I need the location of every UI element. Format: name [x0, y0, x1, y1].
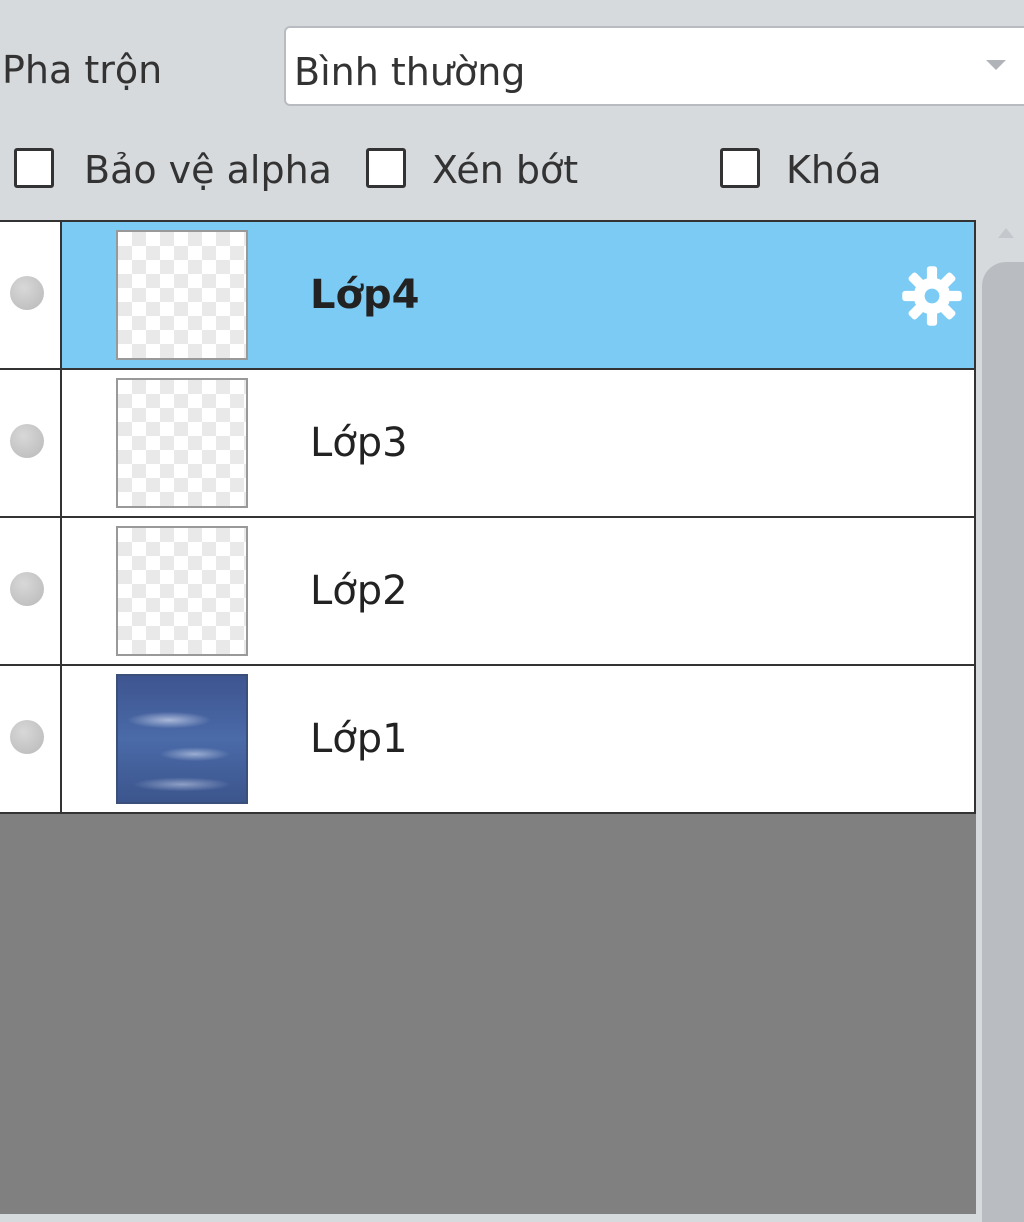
alpha-protect-option[interactable]: Bảo vệ alpha [14, 140, 354, 204]
layer-cell[interactable]: Lớp2 [62, 518, 974, 664]
layer-row[interactable]: Lớp1 [0, 666, 974, 814]
blend-mode-select[interactable]: Bình thường [284, 26, 1024, 106]
layer-list-empty-area [0, 814, 980, 1214]
visibility-dot-icon[interactable] [10, 276, 44, 310]
clip-checkbox[interactable] [366, 148, 406, 188]
lock-checkbox[interactable] [720, 148, 760, 188]
layer-thumbnail [116, 526, 248, 656]
layer-name: Lớp3 [310, 420, 408, 466]
blend-mode-label: Pha trộn [2, 48, 163, 92]
layer-cell[interactable]: Lớp3 [62, 370, 974, 516]
layer-thumbnail-sky [116, 674, 248, 804]
layer-row[interactable]: Lớp3 [0, 370, 974, 518]
layer-row[interactable]: Lớp4 [0, 222, 974, 370]
lock-option[interactable]: Khóa [720, 140, 920, 204]
visibility-dot-icon[interactable] [10, 424, 44, 458]
layer-list: Lớp4 Lớp3 Lớp2 Lớp1 [0, 220, 976, 814]
clip-option[interactable]: Xén bớt [366, 140, 626, 204]
clip-label: Xén bớt [432, 148, 579, 192]
layer-name: Lớp2 [310, 568, 408, 614]
layer-list-scrollbar[interactable] [976, 222, 1024, 1222]
blend-mode-row: Pha trộn Bình thường [0, 0, 1024, 120]
layer-options: Bảo vệ alpha Xén bớt Khóa [0, 140, 1024, 204]
layer-thumbnail [116, 230, 248, 360]
layer-thumbnail [116, 378, 248, 508]
layer-cell[interactable]: Lớp4 [62, 222, 974, 368]
chevron-down-icon [986, 60, 1006, 70]
visibility-dot-icon[interactable] [10, 572, 44, 606]
visibility-dot-icon[interactable] [10, 720, 44, 754]
layer-name: Lớp1 [310, 716, 408, 762]
scrollbar-thumb[interactable] [982, 262, 1024, 1222]
lock-label: Khóa [786, 148, 882, 192]
layer-cell[interactable]: Lớp1 [62, 666, 974, 814]
alpha-protect-label: Bảo vệ alpha [84, 148, 332, 192]
alpha-protect-checkbox[interactable] [14, 148, 54, 188]
scroll-up-arrow-icon[interactable] [998, 228, 1014, 238]
gear-icon[interactable] [898, 262, 966, 330]
layer-name: Lớp4 [310, 272, 420, 318]
layer-row[interactable]: Lớp2 [0, 518, 974, 666]
blend-mode-value: Bình thường [294, 50, 526, 94]
